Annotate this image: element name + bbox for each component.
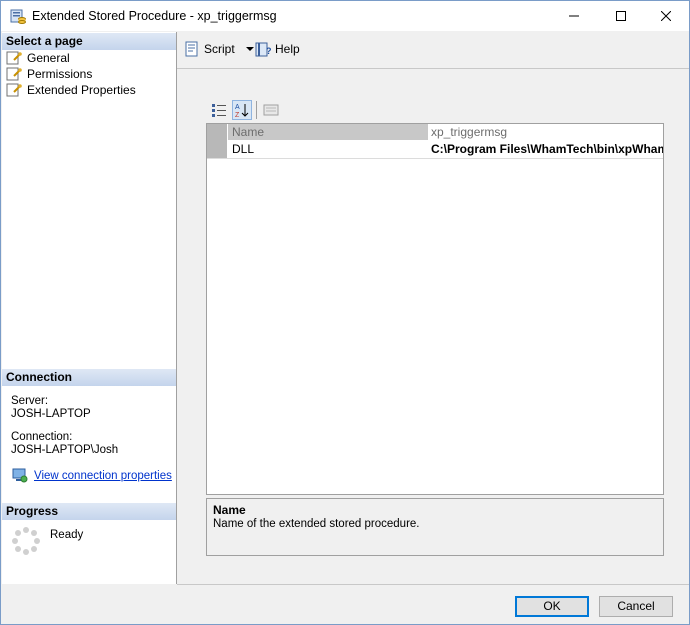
- page-item-label: General: [27, 51, 70, 65]
- window-title: Extended Stored Procedure - xp_triggerms…: [32, 9, 277, 23]
- dialog-window: Extended Stored Procedure - xp_triggerms…: [0, 0, 690, 625]
- dialog-footer: OK Cancel: [177, 584, 689, 625]
- categorized-button[interactable]: [209, 100, 229, 120]
- sort-alphabetical-icon: A Z: [235, 104, 249, 118]
- connection-value: JOSH-LAPTOP\Josh: [11, 444, 119, 456]
- close-button[interactable]: [643, 1, 689, 31]
- page-item-extended-properties[interactable]: Extended Properties: [6, 82, 136, 98]
- categorized-icon: [212, 104, 226, 117]
- connection-properties-icon: [12, 468, 28, 483]
- close-icon: [661, 11, 671, 21]
- minimize-button[interactable]: [551, 1, 597, 31]
- sidebar: Select a page General Permissions Extend…: [2, 32, 177, 584]
- svg-text:A: A: [235, 104, 240, 111]
- cancel-button[interactable]: Cancel: [599, 596, 673, 617]
- title-bar[interactable]: Extended Stored Procedure - xp_triggerms…: [1, 1, 689, 31]
- svg-text:?: ?: [266, 46, 271, 56]
- help-book-icon: ?: [255, 42, 271, 57]
- toolbar: Script ? Help: [177, 32, 689, 69]
- alphabetical-button[interactable]: A Z: [232, 100, 252, 120]
- page-item-general[interactable]: General: [6, 50, 70, 66]
- server-value: JOSH-LAPTOP: [11, 408, 91, 420]
- script-icon: [185, 41, 198, 57]
- page-wrench-icon: [6, 83, 22, 97]
- page-item-permissions[interactable]: Permissions: [6, 66, 92, 82]
- chevron-down-icon: [245, 47, 254, 51]
- property-grid: Name xp_triggermsg DLL C:\Program Files\…: [206, 123, 664, 495]
- property-value-field[interactable]: C:\Program Files\WhamTech\bin\xpWhamTech: [429, 141, 663, 157]
- description-title: Name: [213, 503, 246, 517]
- property-row-name[interactable]: Name xp_triggermsg: [207, 124, 663, 141]
- property-value: xp_triggermsg: [429, 124, 663, 140]
- maximize-button[interactable]: [598, 1, 644, 31]
- row-margin: [207, 141, 227, 158]
- minimize-icon: [569, 15, 579, 17]
- property-name: Name: [228, 124, 428, 140]
- property-grid-toolbar: A Z: [209, 100, 284, 120]
- page-wrench-icon: [6, 67, 22, 81]
- description-panel: Name Name of the extended stored procedu…: [206, 498, 664, 556]
- view-connection-properties-link[interactable]: View connection properties: [12, 468, 172, 483]
- property-pages-icon: [263, 104, 279, 116]
- page-item-label: Permissions: [27, 67, 93, 81]
- maximize-icon: [616, 11, 626, 21]
- select-page-header: Select a page: [2, 33, 176, 50]
- property-pages-button[interactable]: [261, 100, 281, 120]
- property-name: DLL: [232, 142, 255, 156]
- row-margin: [207, 124, 227, 141]
- progress-status: Ready: [50, 529, 84, 541]
- progress-spinner-icon: [12, 527, 40, 555]
- connection-label: Connection:: [11, 431, 73, 443]
- connection-header: Connection: [2, 369, 176, 386]
- toolbar-separator: [256, 101, 257, 119]
- view-connection-properties-label: View connection properties: [34, 469, 172, 482]
- page-wrench-icon: [6, 51, 22, 65]
- progress-header: Progress: [2, 503, 176, 520]
- server-label: Server:: [11, 395, 49, 407]
- script-label: Script: [204, 42, 235, 56]
- ok-button[interactable]: OK: [515, 596, 589, 617]
- page-item-label: Extended Properties: [27, 83, 136, 97]
- script-button[interactable]: Script: [184, 40, 259, 58]
- description-text: Name of the extended stored procedure.: [213, 518, 420, 530]
- svg-text:Z: Z: [235, 112, 240, 118]
- property-row-dll[interactable]: DLL C:\Program Files\WhamTech\bin\xpWham…: [207, 141, 663, 159]
- database-procedure-icon: [10, 9, 26, 24]
- help-label: Help: [275, 42, 300, 56]
- help-button[interactable]: ? Help: [255, 40, 300, 58]
